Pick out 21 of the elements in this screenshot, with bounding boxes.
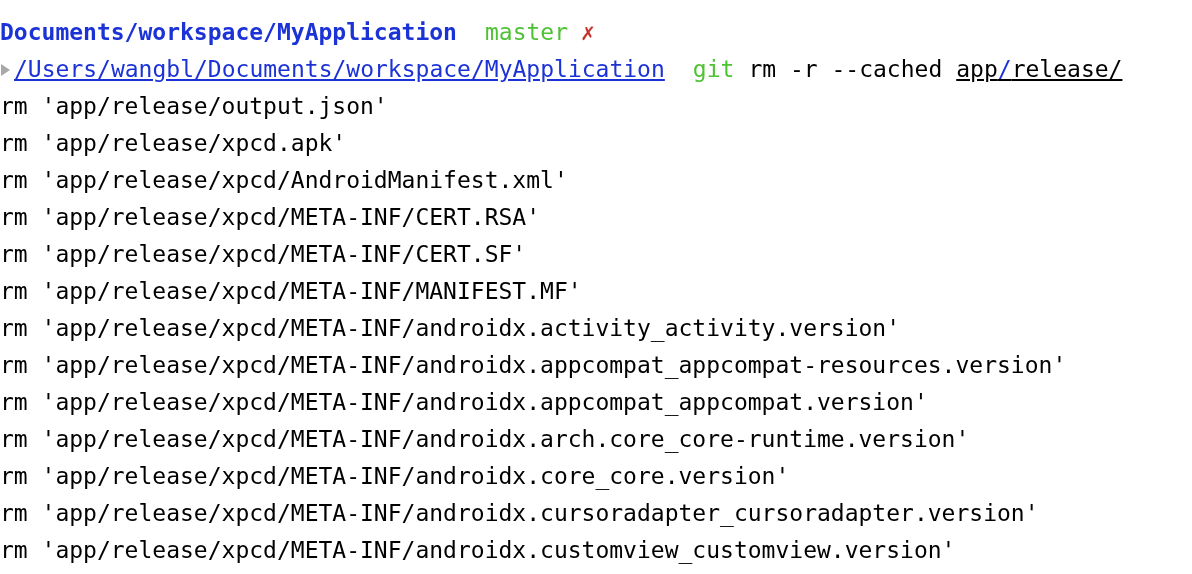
output-line: rm 'app/release/xpcd/META-INF/androidx.appcompat_appcompat-resources.version' — [0, 352, 1067, 378]
output-line: rm 'app/release/xpcd/AndroidManifest.xml' — [0, 167, 568, 193]
output-line: rm 'app/release/xpcd/META-INF/androidx.core_core.version' — [0, 463, 790, 489]
output-line: rm 'app/release/xpcd/META-INF/androidx.cursoradapter_cursoradapter.version' — [0, 500, 1039, 526]
output-line: rm 'app/release/xpcd/META-INF/androidx.activity_activity.version' — [0, 315, 901, 341]
output-line: rm 'app/release/xpcd/META-INF/CERT.SF' — [0, 241, 527, 267]
prompt-arrow-icon — [1, 63, 10, 76]
output-line: rm 'app/release/xpcd/META-INF/MANIFEST.MF' — [0, 278, 582, 304]
output-line: rm 'app/release/xpcd/META-INF/CERT.RSA' — [0, 204, 541, 230]
path-link[interactable]: /Users/wangbl/Documents/workspace/MyApplication — [14, 51, 665, 88]
output-line: rm 'app/release/xpcd/META-INF/androidx.appcompat_appcompat.version' — [0, 389, 928, 415]
output-line: rm 'app/release/xpcd/META-INF/androidx.customview_customview.version' — [0, 537, 956, 563]
prompt-path: Documents/workspace/MyApplication — [0, 18, 457, 47]
command-name: git — [692, 55, 735, 84]
command-options: rm -r --cached — [748, 51, 943, 88]
output-line: rm 'app/release/output.json' — [0, 93, 388, 119]
branch-name: master — [484, 18, 569, 47]
dirty-mark: ✗ — [581, 18, 595, 47]
output-line: rm 'app/release/xpcd/META-INF/androidx.arch.core_core-runtime.version' — [0, 426, 970, 452]
command-argument: app/release/ — [956, 55, 1123, 84]
output-line: rm 'app/release/xpcd.apk' — [0, 130, 347, 156]
